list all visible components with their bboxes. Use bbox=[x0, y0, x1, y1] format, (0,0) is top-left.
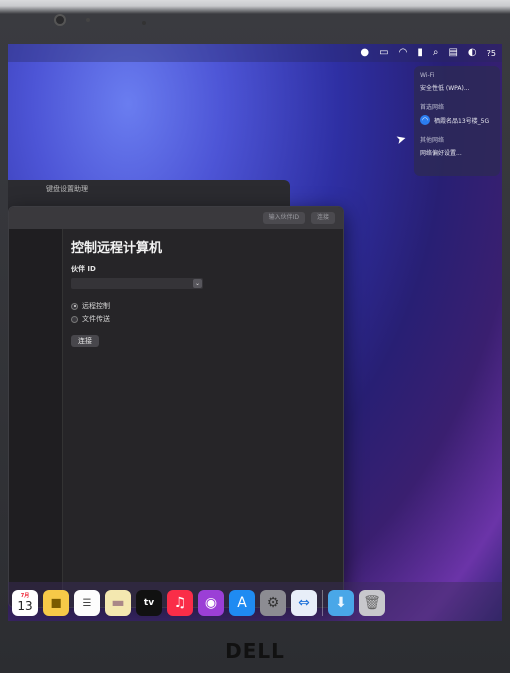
calendar-icon[interactable]: 7月 13 bbox=[12, 590, 38, 616]
dell-logo: DELL bbox=[225, 638, 285, 663]
page-title: 控制远程计算机 bbox=[71, 241, 163, 256]
notes-app-icon[interactable]: ◼ bbox=[43, 590, 69, 616]
menubar-clock[interactable]: ?5 bbox=[487, 49, 496, 58]
option-remote-control-label: 远程控制 bbox=[82, 302, 110, 310]
remote-control-window: 输入伙伴ID 连接 控制远程计算机 伙伴 ID ⌄ 远程控制 文件传送 连接 bbox=[8, 206, 344, 608]
option-file-transfer-label: 文件传送 bbox=[82, 315, 110, 323]
other-networks-title: 其他网络 bbox=[420, 137, 445, 144]
downloads-folder-icon[interactable]: ⬇ bbox=[328, 590, 354, 616]
dock: 7月 13 ◼ ☰ ▬ tv ♫ ◉ A ⚙ ⇔ ⬇ 🗑 bbox=[8, 582, 502, 621]
partner-id-toolbar-field[interactable]: 输入伙伴ID bbox=[262, 212, 305, 224]
wifi-icon[interactable]: ◠ bbox=[399, 44, 408, 62]
reminders-icon[interactable]: ☰ bbox=[74, 590, 100, 616]
known-networks-title: 首选网络 bbox=[420, 104, 445, 111]
app-store-icon[interactable]: A bbox=[229, 590, 255, 616]
keyboard-setup-title: 键盘设置助理 bbox=[46, 185, 88, 193]
stickies-icon[interactable]: ▬ bbox=[105, 590, 131, 616]
battery-icon[interactable]: ▮ bbox=[417, 44, 423, 62]
toolbar-connect-button[interactable]: 连接 bbox=[310, 212, 335, 224]
webcam bbox=[54, 14, 66, 26]
network-settings-link[interactable]: 网络偏好设置... bbox=[420, 148, 494, 157]
calendar-day: 13 bbox=[17, 599, 33, 613]
keyboard-icon[interactable]: ▭ bbox=[379, 44, 388, 62]
partner-id-input[interactable]: ⌄ bbox=[71, 278, 203, 289]
wifi-network-item[interactable]: ◠ 栖霞名品13号楼_5G bbox=[420, 115, 494, 125]
window-toolbar: 输入伙伴ID 连接 bbox=[9, 207, 343, 229]
wifi-security-row[interactable]: 安全性低 (WPA)... bbox=[420, 83, 494, 92]
wifi-network-name: 栖霞名品13号楼_5G bbox=[434, 117, 490, 125]
dock-divider bbox=[322, 590, 323, 616]
display-icon[interactable]: ◐ bbox=[468, 44, 477, 62]
tv-label: tv bbox=[143, 598, 155, 608]
option-remote-control[interactable]: 远程控制 bbox=[71, 301, 331, 311]
camera-indicator bbox=[86, 18, 90, 22]
connect-button[interactable]: 连接 bbox=[71, 335, 99, 347]
chevron-down-icon[interactable]: ⌄ bbox=[193, 279, 202, 288]
menu-bar: ● ▭ ◠ ▮ ⌕ ▤ ◐ ?5 bbox=[8, 44, 502, 62]
wifi-title: Wi-Fi bbox=[420, 72, 435, 79]
camera-sensor bbox=[142, 21, 146, 25]
teamviewer-icon[interactable]: ⇔ bbox=[291, 590, 317, 616]
window-sidebar bbox=[9, 229, 63, 607]
system-settings-icon[interactable]: ⚙ bbox=[260, 590, 286, 616]
desktop: ● ▭ ◠ ▮ ⌕ ▤ ◐ ?5 Wi-Fi 安全性低 (WPA)... 首选网… bbox=[8, 44, 502, 621]
trash-icon[interactable]: 🗑 bbox=[359, 590, 385, 616]
control-center-icon[interactable]: ● bbox=[360, 44, 369, 62]
podcasts-icon[interactable]: ◉ bbox=[198, 590, 224, 616]
mouse-cursor-icon: ➤ bbox=[394, 130, 408, 148]
music-icon[interactable]: ♫ bbox=[167, 590, 193, 616]
apple-tv-icon[interactable]: tv bbox=[136, 590, 162, 616]
remote-control-panel: 控制远程计算机 伙伴 ID ⌄ 远程控制 文件传送 连接 bbox=[71, 237, 331, 597]
wifi-network-icon: ◠ bbox=[420, 115, 430, 125]
search-icon[interactable]: ⌕ bbox=[433, 44, 439, 62]
radio-selected-icon[interactable] bbox=[71, 302, 78, 310]
laptop-bezel: DELL bbox=[0, 628, 510, 673]
partner-id-label: 伙伴 ID bbox=[71, 265, 96, 273]
notification-icon[interactable]: ▤ bbox=[448, 44, 457, 62]
radio-unselected-icon[interactable] bbox=[71, 315, 78, 323]
wifi-dropdown: Wi-Fi 安全性低 (WPA)... 首选网络 ◠ 栖霞名品13号楼_5G 其… bbox=[414, 66, 500, 176]
option-file-transfer[interactable]: 文件传送 bbox=[71, 314, 331, 324]
